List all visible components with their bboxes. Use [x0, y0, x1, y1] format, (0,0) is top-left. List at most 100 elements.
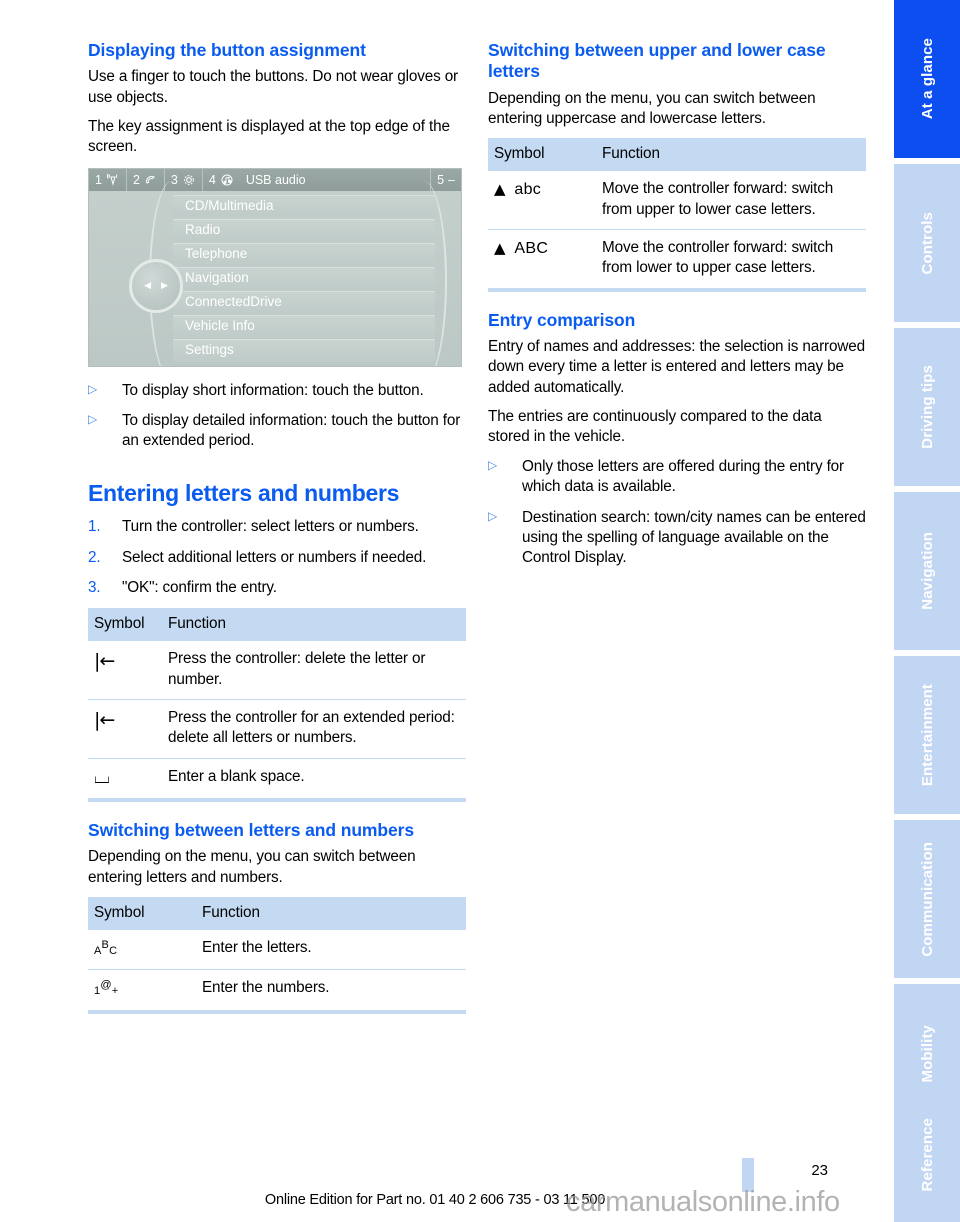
idrive-menu-item-radio[interactable]: Radio — [173, 218, 435, 242]
function-cell: Enter a blank space. — [162, 758, 466, 803]
column-header-symbol: Symbol — [88, 608, 162, 642]
sidebar-item-controls[interactable]: Controls — [894, 164, 960, 322]
letters-numbers-symbol-table: Symbol Function ABC Enter the letters. 1… — [88, 897, 466, 1014]
idrive-topbar-number-1: 1 — [95, 172, 102, 187]
list-item-text: To display detailed information: touch t… — [122, 412, 461, 450]
uppercase-icon: ABC — [514, 240, 549, 258]
idrive-source-label: USB audio — [245, 172, 306, 187]
column-header-function: Function — [196, 897, 466, 931]
antenna-icon — [106, 173, 120, 187]
case-paragraph: Depending on the menu, you can switch be… — [488, 89, 816, 128]
sidebar-item-communication[interactable]: Communication — [894, 820, 960, 978]
idrive-menu-item-navigation[interactable]: Navigation — [173, 267, 435, 290]
idrive-menu-item-cd-multimedia[interactable]: CD/Multimedia — [173, 194, 435, 218]
table-row: ABC Enter the letters. — [88, 930, 466, 971]
idrive-menu-item-connecteddrive[interactable]: ConnectedDrive — [173, 291, 435, 314]
sidebar-item-label: Controls — [918, 211, 936, 275]
idrive-topbar-item-1: 1 — [89, 168, 127, 191]
sidebar-item-label: Communication — [918, 841, 936, 957]
function-cell: Enter the letters. — [196, 930, 466, 971]
triangle-up-icon: ▲ — [494, 239, 506, 258]
triangle-bullet-icon: ▷ — [488, 457, 498, 472]
list-item-text: Destination search: town/city names can … — [522, 508, 866, 567]
entry-comparison-bullet-list: ▷ Only those letters are offered during … — [488, 457, 866, 569]
sidebar-item-label: At a glance — [918, 38, 936, 120]
backspace-icon: |← — [94, 709, 115, 732]
idrive-topbar-dash: – — [448, 172, 455, 187]
idrive-status-bar: 1 2 3 4 USB audio 5 – — [89, 168, 461, 191]
left-column: Displaying the button assignment Use a f… — [88, 40, 466, 1028]
intro-paragraph-1: Use a finger to touch the buttons. Do no… — [88, 68, 458, 106]
table-row: ▲ ABC Move the controller forward: switch… — [488, 229, 866, 292]
list-item-text: Select additional letters or numbers if … — [122, 548, 427, 566]
symbol-cell: ▲ abc — [488, 171, 596, 231]
sidebar-item-entertainment[interactable]: Entertainment — [894, 656, 960, 814]
function-cell: Enter the numbers. — [196, 969, 466, 1014]
sidebar-item-at-a-glance[interactable]: At a glance — [894, 0, 960, 158]
table-row: 1@+ Enter the numbers. — [88, 969, 466, 1014]
symbol-cell: ⌴ — [88, 758, 162, 803]
table-row: ▲ abc Move the controller forward: switch… — [488, 171, 866, 231]
column-header-symbol: Symbol — [88, 897, 196, 931]
idrive-menu-item-settings[interactable]: Settings — [173, 339, 435, 362]
chapter-tab-sidebar: At a glance Controls Driving tips Naviga… — [894, 0, 960, 1222]
table-header-row: Symbol Function — [88, 608, 466, 642]
case-symbol-table: Symbol Function ▲ abc Move the controller… — [488, 138, 866, 292]
idrive-menu-item-vehicle-info[interactable]: Vehicle Info — [173, 315, 435, 338]
display-info-bullet-list: ▷ To display short information: touch th… — [88, 381, 466, 452]
symbol-cell: ▲ ABC — [488, 229, 596, 292]
list-item: 3. "OK": confirm the entry. — [88, 578, 466, 598]
watermark-text: carmanualsonline.info — [566, 1186, 840, 1218]
function-cell: Press the controller: delete the letter … — [162, 641, 466, 701]
knob-right-arrow-icon: ▶ — [161, 280, 168, 291]
entry-comparison-paragraph-2: The entries are continuously compared to… — [488, 408, 822, 446]
sidebar-item-driving-tips[interactable]: Driving tips — [894, 328, 960, 486]
list-item: 1. Turn the controller: select letters o… — [88, 517, 466, 537]
function-cell: Move the controller forward: switch from… — [596, 171, 866, 231]
idrive-menu-list: CD/Multimedia Radio Telephone Navigation… — [173, 194, 435, 364]
table-row: |← Press the controller for an extended … — [88, 699, 466, 759]
triangle-bullet-icon: ▷ — [88, 381, 98, 396]
abc-letters-icon: ABC — [94, 939, 118, 958]
sidebar-item-label: Entertainment — [918, 683, 936, 787]
sidebar-item-reference[interactable]: Reference — [894, 1088, 960, 1222]
idrive-topbar-item-4: 4 USB audio — [203, 169, 312, 191]
column-header-function: Function — [162, 608, 466, 642]
sidebar-item-label: Mobility — [918, 1025, 936, 1083]
manual-page: Displaying the button assignment Use a f… — [0, 0, 960, 1222]
idrive-topbar-number-2: 2 — [132, 172, 140, 187]
idrive-menu-item-telephone[interactable]: Telephone — [173, 242, 435, 266]
list-item: ▷ To display short information: touch th… — [88, 381, 466, 401]
sidebar-item-navigation[interactable]: Navigation — [894, 492, 960, 650]
list-item: ▷ Destination search: town/city names ca… — [488, 508, 866, 569]
sidebar-item-label: Driving tips — [918, 365, 936, 449]
triangle-up-icon: ▲ — [494, 180, 506, 199]
triangle-bullet-icon: ▷ — [488, 508, 498, 523]
list-item-text: Only those letters are offered during th… — [522, 457, 844, 496]
table-row: |← Press the controller: delete the lett… — [88, 641, 466, 701]
table-row: ⌴ Enter a blank space. — [88, 758, 466, 803]
list-item: 2. Select additional letters or numbers … — [88, 548, 466, 568]
column-header-function: Function — [596, 138, 866, 172]
lowercase-icon: abc — [514, 181, 542, 199]
page-number: 23 — [811, 1162, 828, 1179]
backspace-icon: |← — [94, 650, 115, 673]
page-title: Displaying the button assignment — [88, 40, 366, 60]
idrive-controller-knob[interactable]: ◀ ▶ — [129, 258, 183, 313]
blank-space-icon: ⌴ — [94, 763, 110, 788]
sidebar-item-label: Navigation — [918, 532, 936, 610]
table-header-row: Symbol Function — [488, 138, 866, 172]
section-title-entry-comparison: Entry comparison — [488, 309, 636, 330]
entering-steps-list: 1. Turn the controller: select letters o… — [88, 517, 466, 598]
right-column: Switching between upper and lower case l… — [488, 40, 866, 579]
music-note-icon — [220, 173, 234, 187]
chapter-title: Entering letters and numbers — [88, 479, 400, 506]
symbol-cell: ABC — [88, 930, 196, 971]
function-cell: Move the controller forward: switch from… — [596, 229, 866, 292]
symbol-cell: |← — [88, 699, 162, 759]
knob-left-arrow-icon: ◀ — [144, 280, 151, 291]
idrive-topbar-item-2: 2 — [127, 168, 165, 191]
idrive-topbar-number-4: 4 — [208, 172, 216, 187]
idrive-topbar-item-5: 5 – — [430, 168, 461, 191]
step-number: 1. — [88, 518, 101, 536]
